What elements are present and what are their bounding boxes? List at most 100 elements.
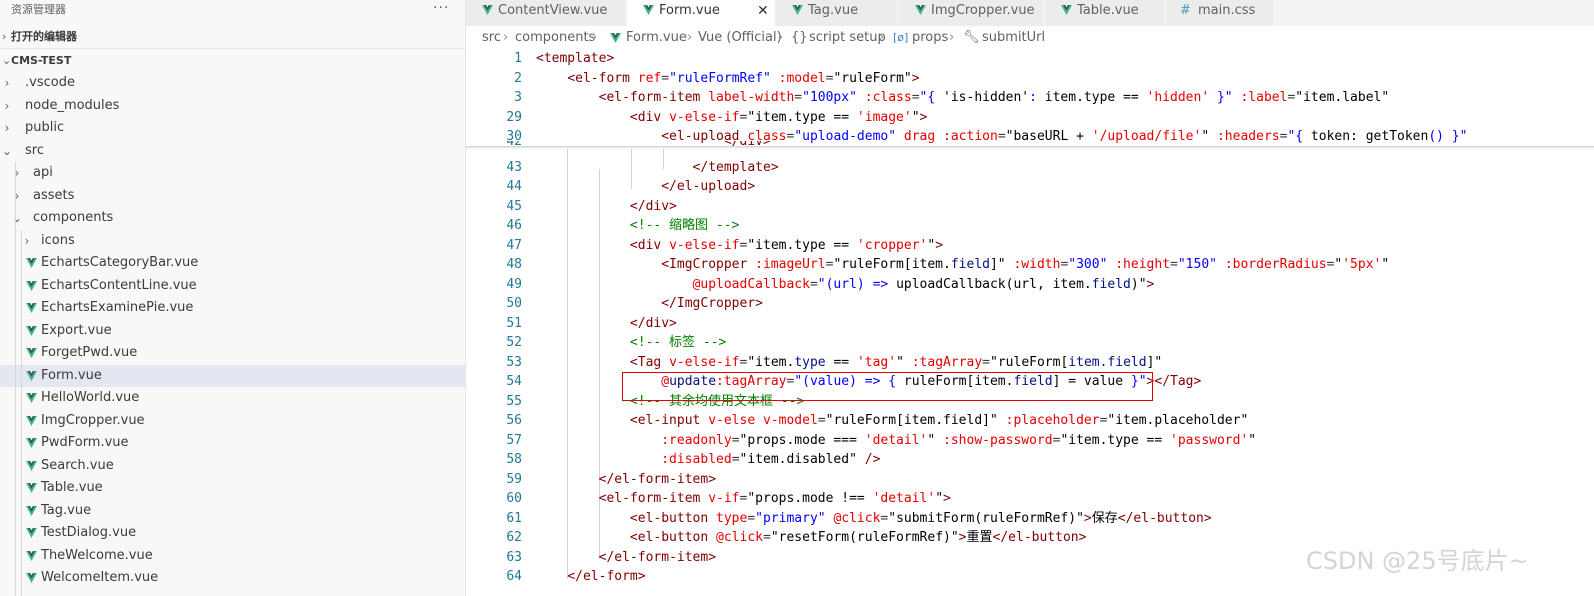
tree-folder[interactable]: › assets bbox=[0, 185, 465, 208]
breadcrumb-item-submiturl[interactable]: submitUrl bbox=[982, 27, 1045, 49]
code-line[interactable]: 50 </ImgCropper> bbox=[466, 294, 1594, 314]
breadcrumb-item-script[interactable]: script setup bbox=[809, 27, 886, 49]
tree-file[interactable]: Export.vue bbox=[0, 320, 465, 343]
breadcrumb-item-language[interactable]: Vue (Official) bbox=[698, 27, 782, 49]
code-text: </template> bbox=[536, 158, 779, 178]
code-token: "resetForm(ruleFormRef)" bbox=[770, 530, 959, 545]
code-text: </el-form-item> bbox=[536, 470, 716, 490]
tree-folder[interactable]: › public bbox=[0, 117, 465, 140]
tree-file[interactable]: EchartsContentLine.vue bbox=[0, 275, 465, 298]
code-line[interactable]: 60 <el-form-item v-if="props.mode !== 'd… bbox=[466, 489, 1594, 509]
project-section[interactable]: ⌄ CMS-TEST bbox=[0, 50, 465, 72]
code-line[interactable]: 47 <div v-else-if="item.type == 'cropper… bbox=[466, 236, 1594, 256]
tree-item-label: Tag.vue bbox=[41, 502, 92, 518]
code-line[interactable]: 2 <el-form ref="ruleFormRef" :model="rul… bbox=[466, 69, 1594, 89]
code-line[interactable]: 45 </div> bbox=[466, 197, 1594, 217]
code-token: 'tag' bbox=[856, 354, 897, 370]
tab-table-vue[interactable]: Table.vue bbox=[1045, 0, 1165, 26]
tree-folder[interactable]: › api bbox=[0, 162, 465, 185]
code-line[interactable]: 49 @uploadCallback="(url) => uploadCallb… bbox=[466, 275, 1594, 295]
code-token: > bbox=[911, 70, 920, 86]
code-token: <ImgCropper bbox=[661, 257, 748, 272]
tree-file[interactable]: EchartsExaminePie.vue bbox=[0, 297, 465, 320]
tree-file[interactable]: Table.vue bbox=[0, 477, 465, 500]
code-text: <!-- 标签 --> bbox=[536, 333, 726, 353]
code-line[interactable]: 46 <!-- 缩略图 --> bbox=[466, 216, 1594, 236]
breadcrumb-item-props[interactable]: props bbox=[912, 27, 948, 49]
code-text: <el-input v-else v-model="ruleForm[item.… bbox=[536, 411, 1248, 431]
vue-file-icon bbox=[26, 573, 37, 583]
code-line[interactable]: 43 </template> bbox=[466, 158, 1594, 178]
tab-contentview-vue[interactable]: ContentView.vue bbox=[466, 0, 626, 26]
tree-folder[interactable]: › .vscode bbox=[0, 72, 465, 95]
breadcrumb-item-file[interactable]: Form.vue bbox=[626, 27, 687, 49]
tree-folder[interactable]: ⌄ src bbox=[0, 140, 465, 163]
code-token: = bbox=[731, 452, 740, 467]
vue-file-icon bbox=[1061, 5, 1072, 15]
tree-item-label: api bbox=[33, 165, 53, 180]
tab-label: ContentView.vue bbox=[498, 3, 608, 18]
tree-file[interactable]: ForgetPwd.vue bbox=[0, 342, 465, 365]
tab-tag-vue[interactable]: Tag.vue bbox=[776, 0, 898, 26]
vue-file-icon bbox=[643, 5, 654, 15]
code-line[interactable]: 59 </el-form-item> bbox=[466, 470, 1594, 490]
close-tab-icon[interactable]: ✕ bbox=[757, 0, 769, 22]
tree-file[interactable]: WelcomeItem.vue bbox=[0, 567, 465, 590]
code-line[interactable]: 44 </el-upload> bbox=[466, 177, 1594, 197]
tree-file[interactable]: EchartsCategoryBar.vue bbox=[0, 252, 465, 275]
code-line[interactable]: 58 :disabled="item.disabled" /> bbox=[466, 450, 1594, 470]
code-token: "300" bbox=[1068, 257, 1108, 272]
code-token: 保存 bbox=[1091, 510, 1118, 526]
code-token: " bbox=[911, 109, 920, 125]
tree-file[interactable]: Tag.vue bbox=[0, 500, 465, 523]
code-token: "ruleFormRef" bbox=[669, 70, 771, 86]
code-line[interactable]: 29 <div v-else-if="item.type == 'image'"… bbox=[466, 108, 1594, 128]
code-token: <el-button bbox=[629, 510, 709, 526]
line-number: 56 bbox=[506, 413, 522, 428]
code-token: label-width bbox=[708, 90, 795, 105]
tree-file[interactable]: TheWelcome.vue bbox=[0, 545, 465, 568]
code-line[interactable]: 53 <Tag v-else-if = "item.type == 'tag'" :… bbox=[466, 353, 1594, 373]
code-token: 'password' bbox=[1170, 432, 1249, 448]
code-text: <el-form-item v-if="props.mode !== 'deta… bbox=[536, 489, 951, 509]
code-text: </el-upload> bbox=[536, 177, 755, 197]
tree-folder[interactable]: ⌄ components bbox=[0, 207, 465, 230]
code-line[interactable]: 57 :readonly="props.mode === 'detail' " :… bbox=[466, 431, 1594, 451]
code-token: v-if bbox=[708, 491, 740, 506]
code-line[interactable]: 61 <el-button type="primary" @click="sub… bbox=[466, 509, 1594, 529]
tree-file[interactable]: PwdForm.vue bbox=[0, 432, 465, 455]
more-actions-icon[interactable]: ··· bbox=[433, 0, 449, 18]
tab-form-vue[interactable]: Form.vue ✕ bbox=[627, 0, 775, 26]
code-token: :placeholder bbox=[1005, 413, 1100, 428]
tree-file[interactable]: Form.vue bbox=[0, 364, 465, 387]
code-token: </el-button> bbox=[992, 530, 1087, 545]
tree-folder[interactable]: › node_modules bbox=[0, 95, 465, 118]
tree-file[interactable]: HelloWorld.vue bbox=[0, 387, 465, 410]
code-token: 'detail' bbox=[872, 491, 936, 506]
breadcrumb-item-src[interactable]: src bbox=[482, 27, 501, 49]
code-token: @uploadCallback bbox=[692, 276, 810, 292]
code-token: v-else bbox=[708, 413, 756, 428]
code-line[interactable]: 1 <template> bbox=[466, 49, 1594, 69]
breadcrumb-separator: › bbox=[778, 30, 784, 45]
tree-file[interactable]: TestDialog.vue bbox=[0, 522, 465, 545]
code-token: " bbox=[935, 491, 944, 506]
sticky-scroll-shadow bbox=[466, 146, 1594, 149]
line-number: 45 bbox=[506, 198, 522, 214]
tree-file[interactable]: ImgCropper.vue bbox=[0, 410, 465, 433]
code-line[interactable]: 51 </div> bbox=[466, 314, 1594, 334]
line-number: 54 bbox=[506, 374, 522, 389]
breadcrumb-item-components[interactable]: components bbox=[515, 27, 595, 49]
open-editors-section[interactable]: › 打开的编辑器 bbox=[0, 26, 465, 48]
code-editor[interactable]: 1 <template> 2 <el-form ref="ruleFormRef" … bbox=[466, 49, 1594, 596]
code-line[interactable]: 48 <ImgCropper :imageUrl = "ruleForm[item.… bbox=[466, 255, 1594, 275]
tree-folder[interactable]: › icons bbox=[0, 230, 465, 253]
tree-file[interactable]: Search.vue bbox=[0, 455, 465, 478]
tab-main-css[interactable]: # main.css bbox=[1166, 0, 1274, 26]
code-line[interactable]: 56 <el-input v-else v-model="ruleForm[it… bbox=[466, 411, 1594, 431]
code-line[interactable]: 52 <!-- 标签 --> bbox=[466, 333, 1594, 353]
tab-imgcropper-vue[interactable]: ImgCropper.vue bbox=[899, 0, 1044, 26]
code-line[interactable]: 3 <el-form-item label-width="100px" :cla… bbox=[466, 88, 1594, 108]
